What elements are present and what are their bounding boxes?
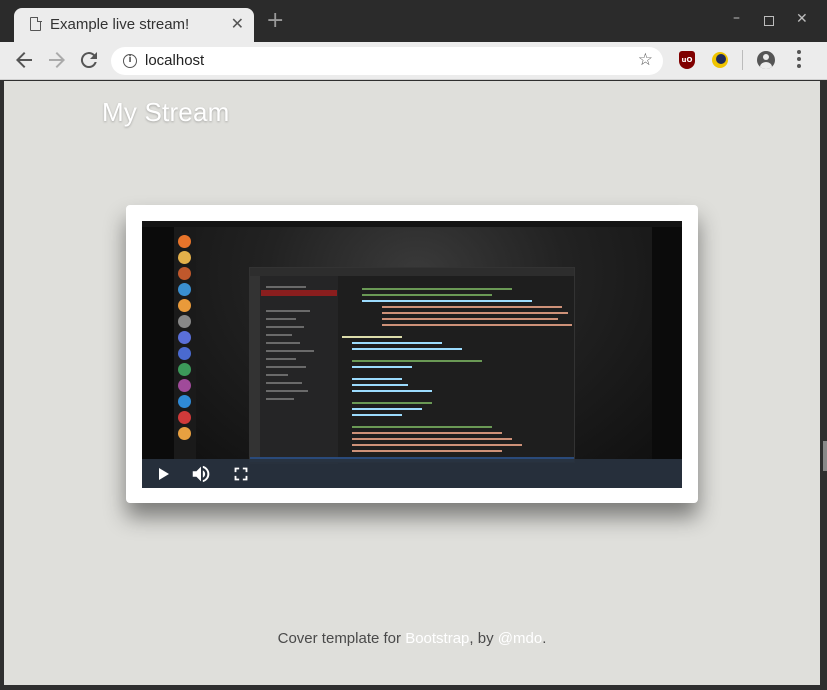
new-tab-button[interactable]: + [266, 10, 284, 32]
toolbar-divider [742, 50, 743, 70]
forward-icon [49, 52, 65, 68]
footer-middle: , by [469, 630, 498, 647]
dark-reader-icon[interactable] [712, 52, 728, 68]
bootstrap-link[interactable]: Bootstrap [405, 630, 469, 647]
menu-icon[interactable] [797, 50, 801, 70]
footer-prefix: Cover template for [277, 630, 406, 647]
video-player[interactable] [142, 221, 682, 488]
back-icon [16, 52, 32, 68]
play-icon[interactable] [153, 463, 175, 485]
browser-window: Example live stream! ✕ + – ✕ i localhost… [0, 0, 827, 690]
page-viewport: My Stream Cover template for Bootstrap, … [4, 81, 820, 685]
reload-button[interactable] [77, 48, 101, 72]
star-icon[interactable]: ☆ [638, 50, 653, 70]
document-icon [30, 16, 42, 31]
volume-icon[interactable] [190, 463, 212, 485]
maximize-button[interactable] [764, 16, 774, 26]
close-window-button[interactable]: ✕ [796, 11, 808, 27]
mdo-link[interactable]: @mdo [498, 630, 542, 647]
reload-icon [80, 52, 97, 69]
tab-title: Example live stream! [50, 16, 190, 33]
footer-text: Cover template for Bootstrap, by @mdo. [4, 630, 820, 647]
window-edge [820, 81, 827, 685]
browser-toolbar: i localhost ☆ [0, 42, 827, 80]
back-button[interactable] [12, 48, 36, 72]
video-card [126, 205, 698, 503]
info-icon[interactable]: i [123, 54, 137, 68]
tab-active[interactable]: Example live stream! ✕ [14, 8, 254, 42]
account-icon[interactable] [757, 51, 775, 69]
ublock-icon[interactable]: uO [679, 51, 695, 69]
video-frame-code-editor [249, 267, 575, 464]
address-bar[interactable]: i localhost ☆ [111, 47, 663, 75]
tab-strip: Example live stream! ✕ + – ✕ [0, 0, 827, 42]
video-controls-bar [142, 459, 682, 488]
url-text[interactable]: localhost [145, 52, 204, 69]
minimize-button[interactable]: – [733, 10, 740, 26]
video-frame-dock [174, 227, 196, 459]
fullscreen-icon[interactable] [230, 463, 252, 485]
resize-handle[interactable] [823, 441, 827, 471]
forward-button[interactable] [45, 48, 69, 72]
tab-close-icon[interactable]: ✕ [231, 14, 244, 33]
footer-suffix: . [542, 630, 547, 647]
site-title[interactable]: My Stream [102, 97, 229, 128]
